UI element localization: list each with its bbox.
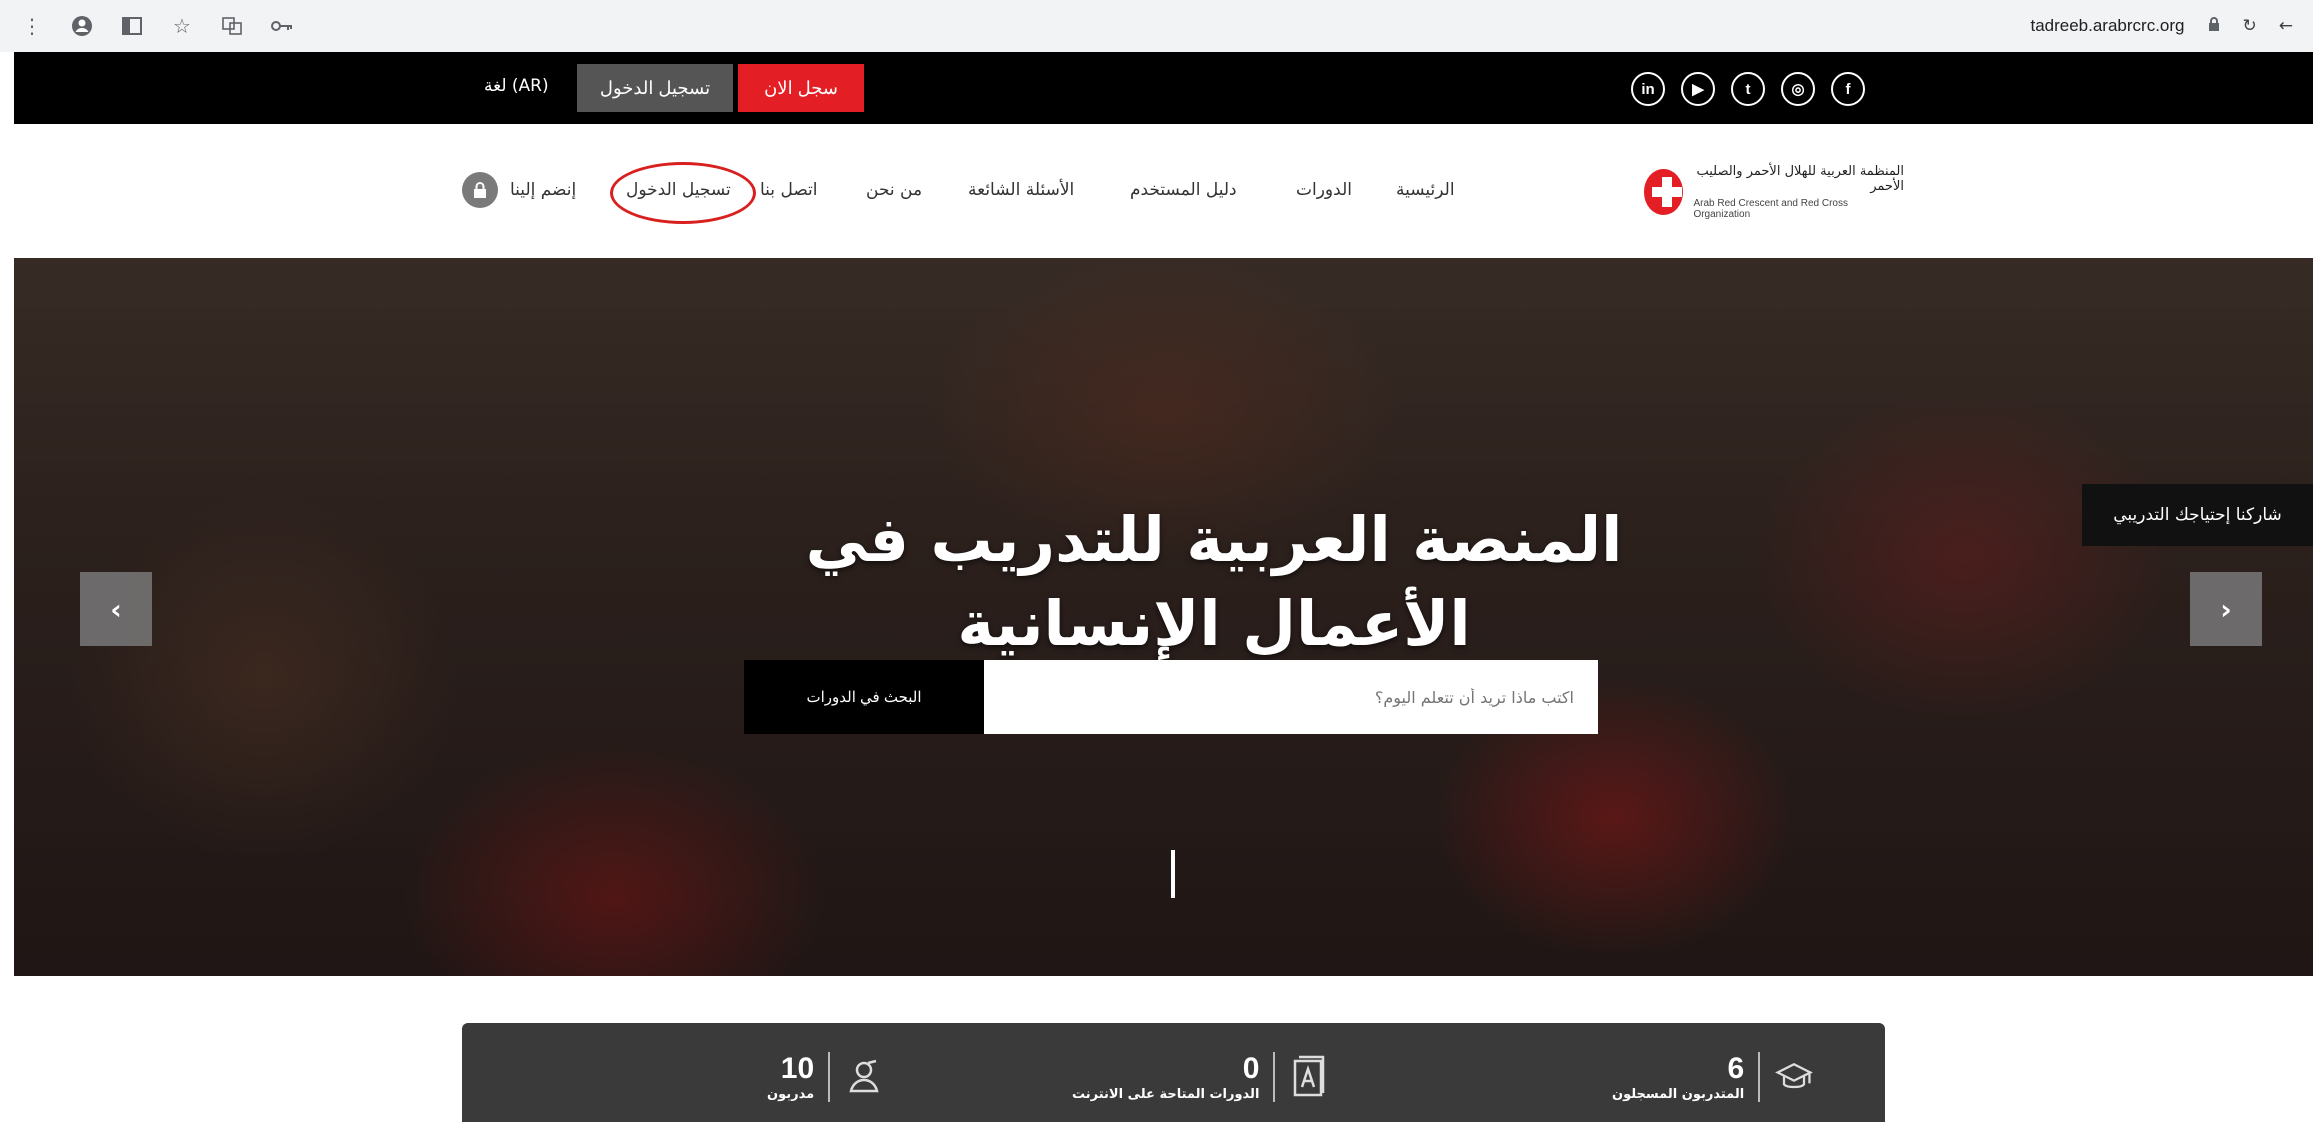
url-field[interactable]: tadreeb.arabrcrc.org (2030, 16, 2184, 36)
linkedin-icon[interactable]: in (1631, 72, 1665, 106)
stat-online-courses-text: 0 الدورات المتاحة على الانترنت (1072, 1051, 1260, 1102)
stat-trainers-label: مدربون (767, 1086, 815, 1102)
nav-item-contact[interactable]: اتصل بنا (760, 180, 818, 200)
nav-item-user-guide[interactable]: دليل المستخدم (1130, 180, 1237, 200)
stat-registered-trainees-value: 6 (1727, 1051, 1745, 1085)
stat-registered-trainees: 6 المتدربون المسجلون (1612, 1047, 1814, 1107)
browser-toolbar: ⋮ ☆ tadreeb.arabrcrc.org ↻ ← (0, 0, 2313, 52)
crescent-cross-logo-icon (1644, 169, 1684, 215)
hero-title-line-2: الأعمال الإنسانية (957, 587, 1471, 660)
carousel-prev-button[interactable]: ‹ (80, 572, 152, 646)
stat-trainers: 10 مدربون (767, 1047, 884, 1107)
stat-trainers-value: 10 (780, 1051, 815, 1085)
twitter-icon[interactable]: t (1731, 72, 1765, 106)
profile-icon[interactable] (70, 14, 94, 38)
stat-online-courses-value: 0 (1242, 1051, 1260, 1085)
more-menu-icon[interactable]: ⋮ (20, 14, 44, 38)
stat-divider (1273, 1052, 1276, 1102)
nav-item-about[interactable]: من نحن (866, 180, 922, 200)
nav-item-faq[interactable]: الأسئلة الشائعة (968, 180, 1074, 200)
course-book-icon (1289, 1055, 1329, 1097)
nav-item-home[interactable]: الرئيسية (1396, 180, 1455, 200)
main-nav: إنضم إلينا تسجيل الدخول اتصل بنا من نحن … (14, 124, 2313, 258)
course-search-input[interactable] (984, 660, 1598, 734)
logo[interactable]: المنظمة العربية للهلال الأحمر والصليب ال… (1644, 162, 1904, 222)
share-training-need-button[interactable]: شاركنا إحتياجك التدريبي (2082, 484, 2313, 546)
language-switcher[interactable]: لغة (AR) (484, 76, 549, 96)
logo-text: المنظمة العربية للهلال الأحمر والصليب ال… (1693, 164, 1904, 220)
search-courses-button[interactable]: البحث في الدورات (744, 660, 984, 734)
stat-registered-trainees-text: 6 المتدربون المسجلون (1612, 1051, 1745, 1102)
back-arrow-icon[interactable]: ← (2279, 16, 2293, 36)
text-cursor (1171, 850, 1175, 898)
nav-item-courses[interactable]: الدورات (1296, 180, 1352, 200)
password-key-icon[interactable] (270, 14, 294, 38)
top-login-button[interactable]: تسجيل الدخول (577, 64, 733, 112)
annotation-circle (610, 162, 756, 224)
trainer-icon (844, 1057, 884, 1097)
graduation-cap-icon (1774, 1057, 1814, 1097)
stat-online-courses: 0 الدورات المتاحة على الانترنت (1072, 1047, 1329, 1107)
signup-button[interactable]: سجل الان (738, 64, 864, 112)
instagram-icon[interactable]: ◎ (1781, 72, 1815, 106)
logo-arabic-text: المنظمة العربية للهلال الأحمر والصليب ال… (1696, 164, 1904, 194)
stat-divider (828, 1052, 831, 1102)
logo-english-text: Arab Red Crescent and Red Cross Organiza… (1693, 198, 1848, 220)
bookmark-star-icon[interactable]: ☆ (170, 14, 194, 38)
youtube-icon[interactable]: ▶ (1681, 72, 1715, 106)
translate-icon[interactable] (220, 14, 244, 38)
hero-banner: المنصة العربية للتدريب في الأعمال الإنسا… (14, 258, 2313, 976)
stats-bar: 10 مدربون 0 الدورات المتاحة على الانترنت… (462, 1023, 1885, 1122)
browser-actions: ⋮ ☆ (20, 14, 294, 38)
reload-icon[interactable]: ↻ (2243, 16, 2257, 36)
hero-title-line-1: المنصة العربية للتدريب في (805, 503, 1623, 576)
stat-registered-trainees-label: المتدربون المسجلون (1612, 1086, 1745, 1102)
nav-item-join[interactable]: إنضم إلينا (510, 180, 576, 200)
social-links: in ▶ t ◎ f (1631, 72, 1865, 106)
lock-icon[interactable] (2207, 16, 2221, 37)
nav-links: إنضم إلينا تسجيل الدخول اتصل بنا من نحن … (14, 180, 2313, 210)
sidebar-icon[interactable] (120, 14, 144, 38)
address-area: tadreeb.arabrcrc.org ↻ ← (2030, 16, 2293, 37)
hero-title: المنصة العربية للتدريب في الأعمال الإنسا… (714, 498, 1714, 666)
stat-divider (1758, 1052, 1761, 1102)
stat-online-courses-label: الدورات المتاحة على الانترنت (1072, 1086, 1260, 1102)
carousel-next-button[interactable]: › (2190, 572, 2262, 646)
facebook-icon[interactable]: f (1831, 72, 1865, 106)
top-bar: لغة (AR) تسجيل الدخول سجل الان in ▶ t ◎ … (14, 52, 2313, 124)
stat-trainers-text: 10 مدربون (767, 1051, 815, 1102)
